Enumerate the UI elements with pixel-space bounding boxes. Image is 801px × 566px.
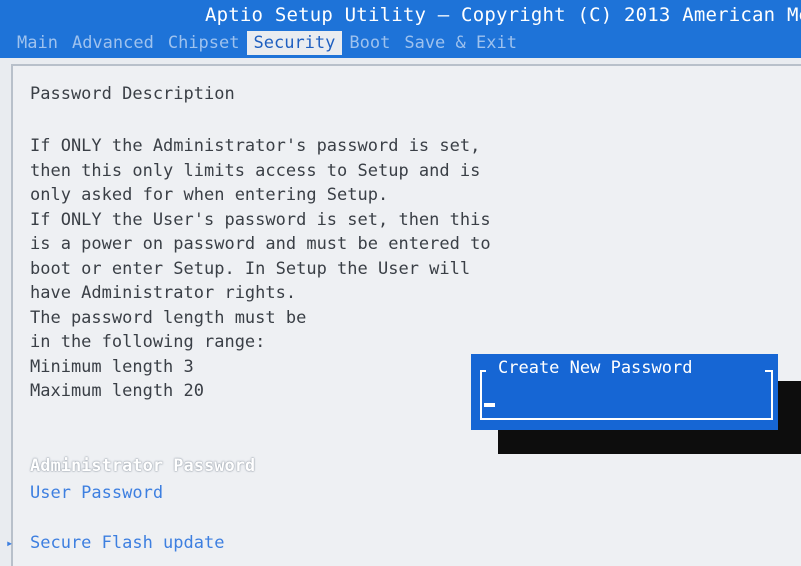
tab-advanced[interactable]: Advanced — [65, 31, 161, 55]
submenu-arrow-icon: ▸ — [6, 536, 14, 550]
tab-main[interactable]: Main — [10, 31, 65, 55]
password-description: If ONLY the Administrator's password is … — [30, 134, 491, 404]
create-password-dialog: Create New Password — [471, 354, 778, 430]
description-line: only asked for when entering Setup. — [30, 185, 389, 205]
description-line: then this only limits access to Setup an… — [30, 160, 481, 181]
tab-bar: Main Advanced Chipset Security Boot Save… — [10, 31, 524, 55]
tab-security[interactable]: Security — [246, 31, 343, 55]
text-cursor — [484, 403, 495, 407]
description-line: If ONLY the User's password is set, then… — [30, 209, 491, 230]
dialog-title: Create New Password — [495, 358, 696, 378]
menu-item-user-password[interactable]: User Password — [30, 483, 163, 503]
password-description-title: Password Description — [30, 84, 235, 104]
minimum-length-line: Minimum length 3 — [30, 356, 194, 377]
menu-item-secure-flash-update[interactable]: Secure Flash update — [30, 533, 224, 553]
description-line: in the following range: — [30, 332, 266, 352]
description-line: have Administrator rights. — [30, 283, 297, 303]
description-line: If ONLY the Administrator's password is … — [30, 136, 481, 156]
maximum-length-line: Maximum length 20 — [30, 381, 204, 401]
menu-item-administrator-password[interactable]: Administrator Password — [30, 456, 255, 476]
description-line: is a power on password and must be enter… — [30, 234, 491, 254]
new-password-input[interactable] — [483, 386, 763, 414]
tab-save-exit[interactable]: Save & Exit — [397, 31, 524, 55]
app-title: Aptio Setup Utility – Copyright (C) 2013… — [205, 4, 801, 26]
tab-chipset[interactable]: Chipset — [161, 31, 247, 55]
title-bar: Aptio Setup Utility – Copyright (C) 2013… — [0, 0, 801, 58]
description-line: The password length must be — [30, 307, 307, 328]
tab-boot[interactable]: Boot — [342, 31, 397, 55]
description-line: boot or enter Setup. In Setup the User w… — [30, 258, 471, 279]
